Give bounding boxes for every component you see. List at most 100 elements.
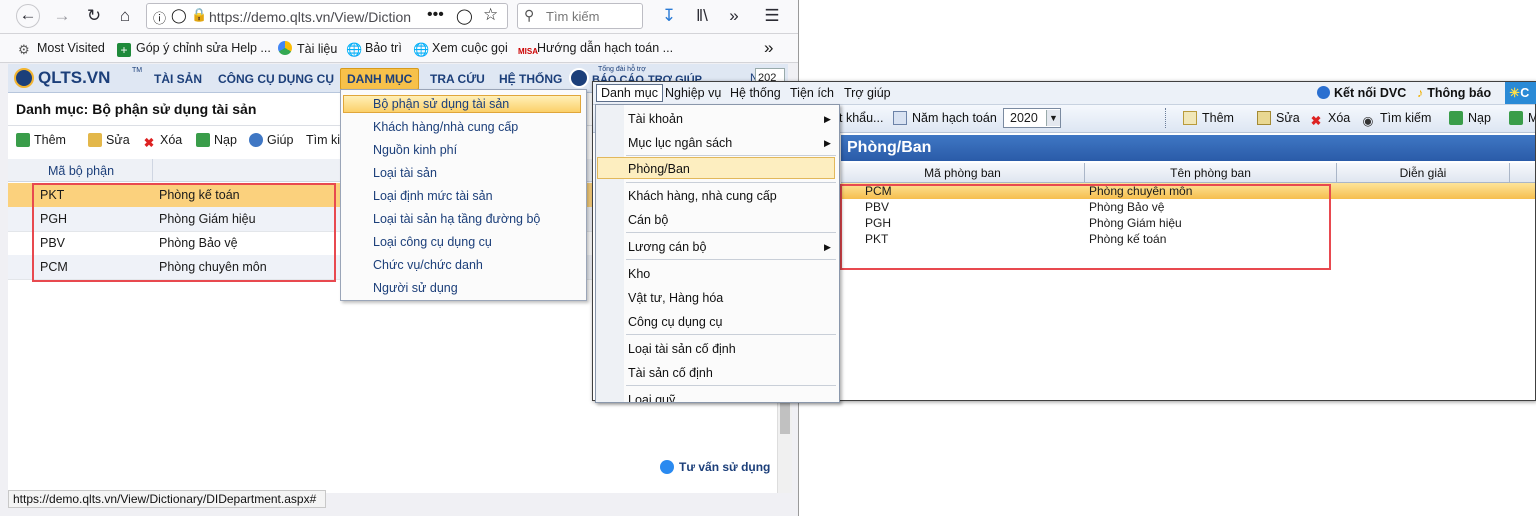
nav-danh-muc[interactable]: DANH MỤC: [340, 68, 420, 90]
bookmarks-overflow-icon[interactable]: »: [764, 38, 773, 58]
help-icon: [249, 133, 263, 147]
bookmark-label: Góp ý chỉnh sửa Help ...: [136, 41, 271, 55]
export-button[interactable]: t khẩu...: [839, 111, 883, 125]
column-header-description[interactable]: Diễn giải: [1337, 166, 1509, 180]
bookmark-gop-y[interactable]: + Góp ý chỉnh sửa Help ...: [117, 41, 271, 57]
year-select[interactable]: 2020 ▼: [1003, 108, 1061, 128]
menu-item[interactable]: Tài sản cố định: [628, 366, 713, 380]
menu-tien-ich[interactable]: Tiện ích: [790, 86, 834, 100]
hamburger-icon[interactable]: ☰: [760, 5, 784, 27]
search-input[interactable]: ⚲ Tìm kiếm: [517, 3, 643, 29]
more-button[interactable]: M: [1509, 111, 1536, 125]
add-button[interactable]: Thêm: [1183, 111, 1234, 125]
edit-icon: [1257, 111, 1271, 125]
bookmark-xem-cuoc-goi[interactable]: 🌐 Xem cuộc gọi: [413, 41, 508, 57]
delete-icon: ✖: [1310, 114, 1322, 128]
delete-label: Xóa: [160, 133, 183, 147]
menu-item[interactable]: Tài khoản: [628, 112, 683, 126]
support-link[interactable]: Tư vấn sử dụng: [660, 460, 770, 474]
bookmark-most-visited[interactable]: ⚙ Most Visited: [18, 41, 105, 57]
info-icon: ⓘ: [153, 11, 167, 26]
globe-icon: 🌐: [413, 42, 430, 57]
scrollbar-thumb[interactable]: [780, 398, 790, 434]
dropdown-item[interactable]: Chức vụ/chức danh: [373, 258, 483, 272]
forward-button[interactable]: →: [50, 5, 74, 27]
reload-button[interactable]: Nạp: [1449, 111, 1491, 125]
search-button[interactable]: ◉ Tìm kiếm: [1361, 111, 1432, 128]
menu-danh-muc[interactable]: Danh mục: [596, 84, 663, 102]
home-button[interactable]: ⌂: [113, 5, 137, 27]
connect-dvc-button[interactable]: Kết nối DVC: [1317, 86, 1406, 100]
menu-item[interactable]: Loại quỹ: [628, 393, 675, 402]
menu-item[interactable]: Kho: [628, 267, 650, 281]
menu-item[interactable]: Khách hàng, nhà cung cấp: [628, 189, 777, 203]
dropdown-item[interactable]: Bộ phận sử dụng tài sản: [373, 97, 509, 111]
hotline-label: Tổng đài hỗ trợ: [598, 66, 646, 73]
back-button[interactable]: ←: [16, 4, 40, 28]
pocket-icon[interactable]: ◯: [456, 7, 473, 25]
menu-he-thong[interactable]: Hệ thống: [730, 86, 781, 100]
column-header-code[interactable]: Mã phòng ban: [841, 166, 1084, 180]
nav-tai-san[interactable]: TÀI SẢN: [154, 72, 202, 86]
more-icon[interactable]: •••: [427, 6, 444, 24]
submenu-arrow-icon: ▶: [824, 114, 831, 124]
add-icon: [1183, 111, 1197, 125]
dropdown-item[interactable]: Loại định mức tài sản: [373, 189, 493, 203]
more-label: M: [1528, 111, 1536, 125]
edit-label: Sửa: [106, 133, 130, 147]
overflow-icon[interactable]: »: [722, 5, 746, 27]
column-header-code: Mã bộ phận: [48, 164, 115, 178]
misa-icon: MISA: [518, 47, 538, 56]
download-icon[interactable]: ↧: [657, 5, 681, 27]
menu-separator: [626, 259, 836, 260]
menu-gutter: [596, 105, 624, 402]
nav-tra-cuu[interactable]: TRA CỨU: [430, 72, 485, 86]
star-icon[interactable]: ☆: [483, 5, 498, 25]
notification-button[interactable]: ♪ Thông báo: [1417, 86, 1491, 100]
column-header-name[interactable]: Tên phòng ban: [1085, 166, 1336, 180]
bookmark-bao-tri[interactable]: 🌐 Bảo trì: [346, 41, 402, 57]
bookmark-tai-lieu[interactable]: Tài liệu: [278, 41, 337, 56]
edit-label: Sửa: [1276, 111, 1300, 125]
dropdown-item[interactable]: Người sử dụng: [373, 281, 458, 295]
hotline-icon[interactable]: [569, 68, 589, 88]
url-bar[interactable]: ⓘ ◯ 🔒 https://demo.qlts.vn/View/Diction …: [146, 3, 508, 29]
menu-nghiep-vu[interactable]: Nghiệp vụ: [665, 86, 721, 100]
menu-item[interactable]: Mục lục ngân sách: [628, 136, 732, 150]
nav-he-thong[interactable]: HỆ THỐNG: [499, 72, 562, 86]
nav-cong-cu[interactable]: CÔNG CỤ DỤNG CỤ: [218, 72, 334, 86]
reload-data-button[interactable]: Nạp: [196, 133, 237, 147]
menu-item[interactable]: Phòng/Ban: [628, 162, 690, 176]
menu-item[interactable]: Loại tài sản cố định: [628, 342, 736, 356]
danh-muc-dropdown: Bộ phận sử dụng tài sản Khách hàng/nhà c…: [340, 89, 587, 301]
dropdown-item[interactable]: Loại tài sản hạ tầng đường bộ: [373, 212, 540, 226]
dropdown-item[interactable]: Nguồn kinh phí: [373, 143, 457, 157]
menu-separator: [626, 385, 836, 386]
menu-item[interactable]: Cán bộ: [628, 213, 668, 227]
delete-label: Xóa: [1328, 111, 1351, 125]
bookmark-label: Xem cuộc gọi: [432, 41, 508, 55]
delete-button[interactable]: ✖ Xóa: [1309, 111, 1351, 128]
menu-tro-giup[interactable]: Trợ giúp: [844, 86, 891, 100]
edit-button[interactable]: Sửa: [1257, 111, 1300, 125]
connect-dvc-label: Kết nối DVC: [1334, 86, 1407, 100]
menu-item[interactable]: Công cụ dụng cụ: [628, 315, 723, 329]
extra-button[interactable]: ☀C: [1505, 82, 1536, 104]
library-icon[interactable]: ‖\: [690, 5, 714, 27]
dropdown-item[interactable]: Loại công cụ dụng cụ: [373, 235, 492, 249]
menu-item[interactable]: Vật tư, Hàng hóa: [628, 291, 723, 305]
refresh-icon: [1449, 111, 1463, 125]
dropdown-item[interactable]: Loại tài sản: [373, 166, 437, 180]
menu-item[interactable]: Lương cán bộ: [628, 240, 706, 254]
search-placeholder: Tìm kiếm: [546, 9, 600, 24]
bookmark-huong-dan[interactable]: MISAHướng dẫn hạch toán ...: [518, 41, 673, 59]
add-label: Thêm: [1202, 111, 1234, 125]
reload-button[interactable]: ↻: [82, 5, 106, 27]
dropdown-item[interactable]: Khách hàng/nhà cung cấp: [373, 120, 518, 134]
danh-muc-menu: Tài khoản ▶ Mục lục ngân sách ▶ Phòng/Ba…: [595, 104, 840, 403]
add-button[interactable]: Thêm: [16, 133, 66, 147]
delete-button[interactable]: ✖ Xóa: [142, 133, 183, 150]
help-button[interactable]: Giúp: [249, 133, 293, 147]
edit-button[interactable]: Sửa: [88, 133, 130, 147]
qlts-logo[interactable]: QLTS.VN TM: [14, 67, 142, 90]
